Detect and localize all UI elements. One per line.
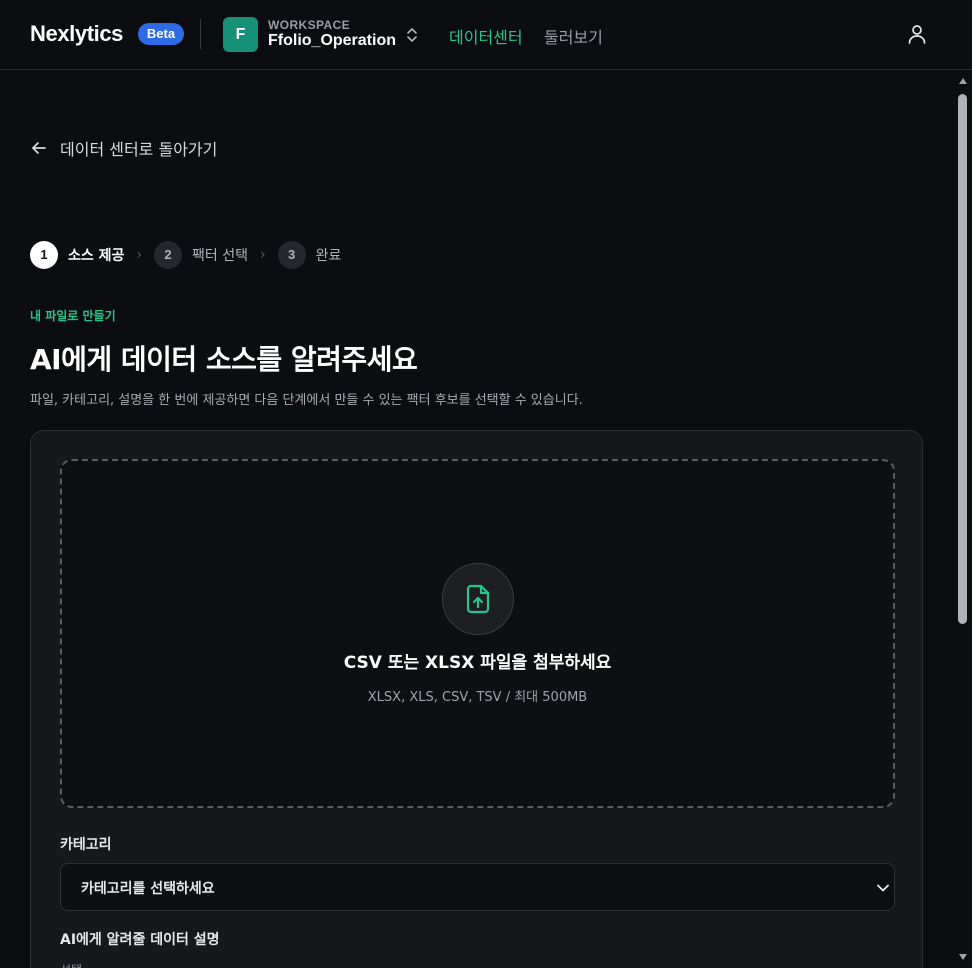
page-scrollbar[interactable] xyxy=(954,70,972,968)
scrollbar-thumb[interactable] xyxy=(958,94,967,624)
step-label: 소스 제공 xyxy=(68,248,125,264)
category-select-value: 카테고리를 선택하세요 xyxy=(81,881,215,897)
beta-badge: Beta xyxy=(138,23,184,45)
user-icon[interactable] xyxy=(905,22,929,46)
step-factor-select: 2 팩터 선택 xyxy=(154,241,248,269)
step-label: 완료 xyxy=(315,248,342,264)
chevron-right-icon: › xyxy=(260,247,266,263)
page-eyebrow: 내 파일로 만들기 xyxy=(30,309,116,323)
arrow-left-icon xyxy=(32,142,46,154)
file-dropzone[interactable]: CSV 또는 XLSX 파일을 첨부하세요 XLSX, XLS, CSV, TS… xyxy=(60,459,895,808)
dropzone-hint: XLSX, XLS, CSV, TSV / 최대 500MB xyxy=(367,690,588,705)
workspace-label: WORKSPACE xyxy=(268,18,351,32)
scroll-down-arrow-icon[interactable] xyxy=(959,954,967,960)
page-description: 파일, 카테고리, 설명을 한 번에 제공하면 다음 단계에서 만들 수 있는 … xyxy=(30,393,583,408)
step-number: 1 xyxy=(30,241,58,269)
page-title: AI에게 데이터 소스를 알려주세요 xyxy=(30,343,418,376)
stepper: 1 소스 제공 › 2 팩터 선택 › 3 완료 xyxy=(30,241,341,269)
workspace-avatar[interactable]: F xyxy=(223,17,258,52)
chevron-up-down-icon[interactable] xyxy=(404,26,420,44)
brand-logo[interactable]: Nexlytics xyxy=(30,21,123,47)
file-upload-icon xyxy=(442,563,514,635)
step-complete: 3 완료 xyxy=(277,241,342,269)
workspace-name[interactable]: Ffolio_Operation xyxy=(268,32,396,50)
nav-data-center[interactable]: 데이터센터 xyxy=(449,24,523,48)
top-header: Nexlytics Beta F WORKSPACE Ffolio_Operat… xyxy=(0,0,972,70)
category-select[interactable]: 카테고리를 선택하세요 xyxy=(60,863,895,911)
data-description-label: AI에게 알려줄 데이터 설명 xyxy=(60,932,220,948)
scroll-up-arrow-icon[interactable] xyxy=(959,78,967,84)
category-label: 카테고리 xyxy=(60,837,112,853)
step-label: 팩터 선택 xyxy=(192,248,248,264)
chevron-right-icon: › xyxy=(136,247,143,263)
back-link-label: 데이터 센터로 돌아가기 xyxy=(60,140,218,159)
chevron-down-icon xyxy=(877,884,889,892)
step-number: 3 xyxy=(277,241,306,269)
back-to-data-center-link[interactable]: 데이터 센터로 돌아가기 xyxy=(30,136,217,160)
header-divider xyxy=(200,19,201,49)
source-form-card: CSV 또는 XLSX 파일을 첨부하세요 XLSX, XLS, CSV, TS… xyxy=(30,430,923,968)
nav-explore[interactable]: 둘러보기 xyxy=(544,24,603,48)
step-number: 2 xyxy=(154,241,183,269)
data-description-optional: 선택 xyxy=(60,961,82,968)
step-source: 1 소스 제공 xyxy=(30,241,124,269)
dropzone-title: CSV 또는 XLSX 파일을 첨부하세요 xyxy=(343,653,612,673)
